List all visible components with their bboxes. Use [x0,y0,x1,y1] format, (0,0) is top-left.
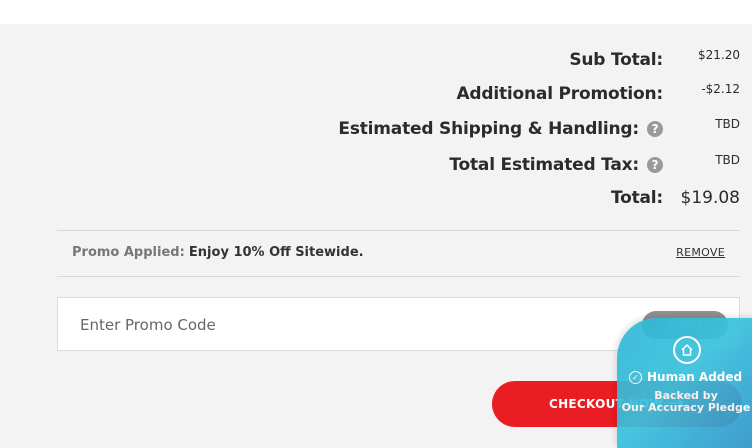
badge-subtitle: Backed by Our Accuracy Pledge [617,390,752,414]
total-row: Total: $19.08 [0,183,752,213]
promotion-value: -$2.12 [701,82,740,96]
badge-title-text: Human Added [647,370,743,384]
total-value: $19.08 [680,188,740,208]
shipping-value: TBD [715,117,740,131]
promo-code-input[interactable] [78,312,622,338]
total-label: Total: [610,188,663,208]
shipping-label: Estimated Shipping & Handling: [338,119,639,139]
tax-label-group: Total Estimated Tax: ? [449,150,663,180]
divider [57,276,740,277]
tax-label: Total Estimated Tax: [449,155,639,175]
subtotal-value: $21.20 [698,48,740,62]
subtotal-label: Sub Total: [569,50,663,70]
remove-promo-link[interactable]: REMOVE [676,246,725,259]
promotion-label: Additional Promotion: [456,84,663,104]
check-circle-icon: ✓ [629,370,642,384]
header-bar [0,0,752,24]
promo-applied-text: Enjoy 10% Off Sitewide. [188,245,364,260]
house-icon [673,336,701,364]
shipping-label-group: Estimated Shipping & Handling: ? [338,114,663,144]
tax-value: TBD [715,153,740,167]
help-icon[interactable]: ? [647,157,663,173]
promo-applied-label: Promo Applied: [72,245,185,260]
promotion-row: Additional Promotion: -$2.12 [0,79,752,109]
shipping-row: Estimated Shipping & Handling: ? TBD [0,114,752,144]
divider [57,230,740,231]
tax-row: Total Estimated Tax: ? TBD [0,150,752,180]
help-icon[interactable]: ? [647,121,663,137]
badge-title: ✓ Human Added [629,370,742,384]
promo-applied-message: Promo Applied: Enjoy 10% Off Sitewide. [72,245,364,260]
accuracy-pledge-badge[interactable]: ✓ Human Added Backed by Our Accuracy Ple… [617,318,752,448]
subtotal-row: Sub Total: $21.20 [0,45,752,75]
badge-line2: Our Accuracy Pledge [621,401,751,414]
